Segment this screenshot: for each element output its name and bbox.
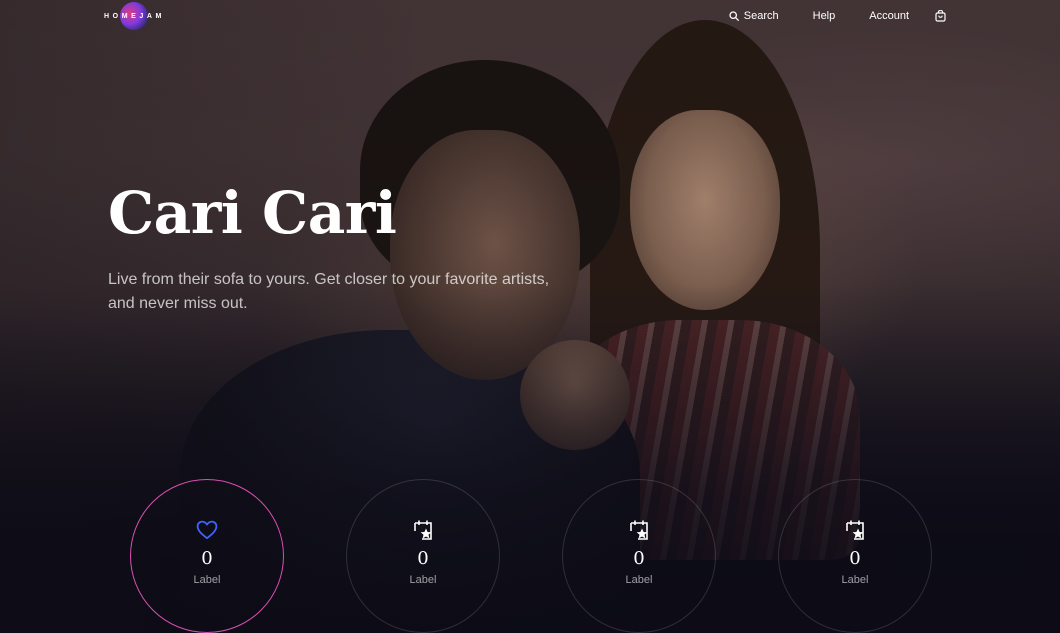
stat-value: 0 <box>201 548 213 569</box>
nav-search[interactable]: Search <box>729 10 779 22</box>
stat-events-1[interactable]: 0 Label <box>346 479 500 633</box>
stat-label: Label <box>841 574 869 586</box>
stat-label: Label <box>625 574 653 586</box>
calendar-star-icon <box>414 520 432 540</box>
stat-label: Label <box>409 574 437 586</box>
cart-button[interactable] <box>935 10 946 22</box>
stat-label: Label <box>193 574 221 586</box>
homejam-logo[interactable]: HOMEJAM <box>104 2 165 30</box>
artist-title: Cari Cari <box>108 179 397 247</box>
nav-account[interactable]: Account <box>869 10 909 22</box>
search-icon <box>729 11 739 21</box>
stat-events-2[interactable]: 0 Label <box>562 479 716 633</box>
nav-search-label: Search <box>743 10 779 22</box>
stat-value: 0 <box>849 548 861 569</box>
calendar-star-icon <box>630 520 648 540</box>
stat-likes[interactable]: 0 Label <box>130 479 284 633</box>
nav-account-label: Account <box>869 10 909 22</box>
calendar-star-icon <box>846 520 864 540</box>
stat-icon-wrap <box>413 518 433 542</box>
stat-value: 0 <box>417 548 429 569</box>
artist-subtitle: Live from their sofa to yours. Get close… <box>108 271 550 312</box>
stat-icon-wrap <box>196 518 218 542</box>
shopping-bag-icon <box>935 10 946 22</box>
stat-events-3[interactable]: 0 Label <box>778 479 932 633</box>
hero-banner: HOMEJAM Search Help Account Cari Cari Li… <box>0 0 1060 633</box>
top-nav: HOMEJAM Search Help Account <box>0 0 1060 32</box>
stat-icon-wrap <box>629 518 649 542</box>
nav-help[interactable]: Help <box>813 10 836 22</box>
stats-row: 0 Label 0 Label 0 Label 0 Label <box>130 479 932 633</box>
stat-value: 0 <box>633 548 645 569</box>
stat-icon-wrap <box>845 518 865 542</box>
nav-help-label: Help <box>812 10 836 22</box>
heart-icon <box>196 520 218 540</box>
logo-text: HOMEJAM <box>104 12 165 20</box>
nav-links: Search Help Account <box>695 0 946 32</box>
